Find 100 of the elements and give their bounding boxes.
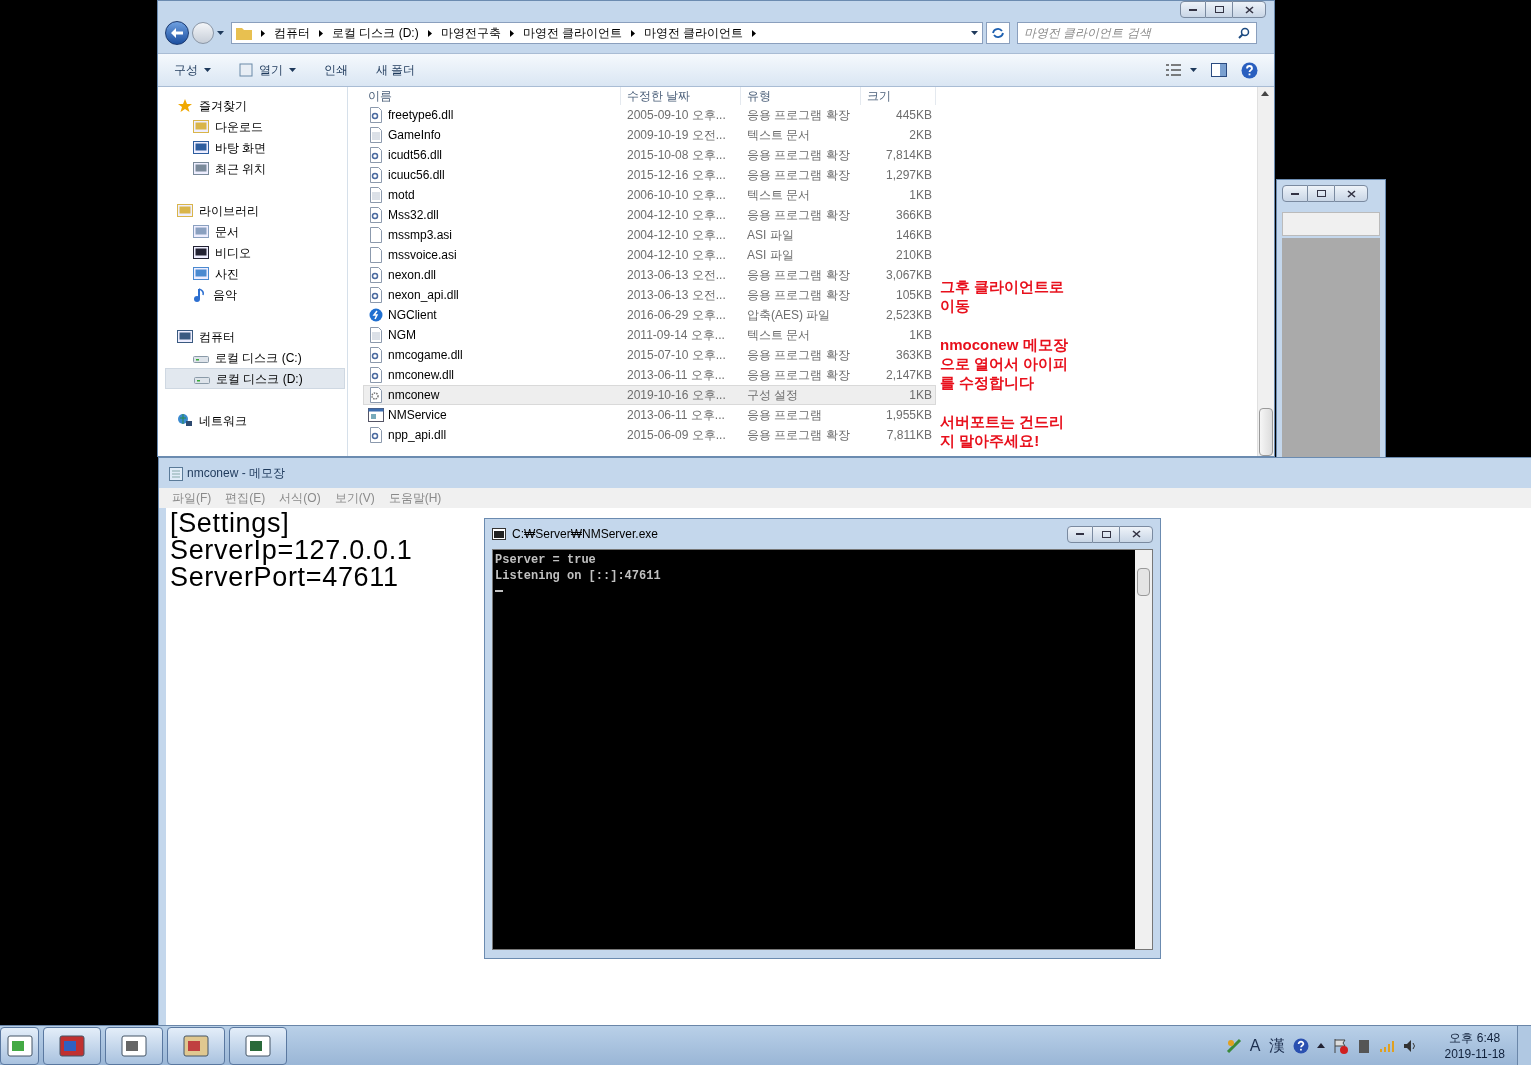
file-row[interactable]: npp_api.dll 2015-06-09 오후... 응용 프로그램 확장 7,811KB: [363, 425, 936, 445]
preview-pane-icon[interactable]: [1211, 63, 1227, 77]
close-icon: [1244, 5, 1254, 14]
file-row[interactable]: icudt56.dll 2015-10-08 오후... 응용 프로그램 확장 7,814KB: [363, 145, 936, 165]
text-line: ServerPort=47611: [170, 564, 399, 591]
breadcrumb-item[interactable]: 컴퓨터: [274, 24, 310, 42]
list-view-icon: [1166, 64, 1182, 76]
nav-item[interactable]: 바탕 화면: [165, 137, 345, 158]
file-name: npp_api.dll: [388, 427, 447, 444]
toolbar-button[interactable]: 구성: [174, 61, 211, 79]
file-row[interactable]: nexon_api.dll 2013-06-13 오전... 응용 프로그램 확장 105KB: [363, 285, 936, 305]
toolbar-button[interactable]: 열기: [239, 61, 296, 79]
help-icon[interactable]: [1241, 61, 1258, 79]
nav-item[interactable]: 로컬 디스크 (D:): [165, 368, 345, 389]
nav-item[interactable]: 음악: [165, 284, 345, 305]
size-cell-text: 1KB: [908, 327, 932, 344]
minimize-button[interactable]: [1067, 525, 1093, 543]
maximize-button[interactable]: [1308, 185, 1334, 202]
maximize-button[interactable]: [1206, 1, 1232, 18]
clock[interactable]: 오후 6:48 2019-11-18: [1444, 1029, 1505, 1062]
file-row[interactable]: NMService 2013-06-11 오후... 응용 프로그램 1,955KB: [363, 405, 936, 425]
flag-icon[interactable]: [1332, 1037, 1349, 1054]
file-row[interactable]: nexon.dll 2013-06-13 오전... 응용 프로그램 확장 3,067KB: [363, 265, 936, 285]
toolbar-button[interactable]: 새 폴더: [376, 61, 416, 79]
breadcrumb-item[interactable]: 마영전구축: [440, 24, 501, 42]
file-row[interactable]: nmconew 2019-10-16 오후... 구성 설정 1KB: [363, 385, 936, 405]
column-header[interactable]: 수정한 날짜: [621, 87, 741, 105]
document-icon: [193, 224, 209, 239]
file-row[interactable]: Mss32.dll 2004-12-10 오후... 응용 프로그램 확장 366KB: [363, 205, 936, 225]
blank-file-icon: [369, 247, 383, 263]
column-header[interactable]: 이름: [363, 87, 621, 105]
file-row[interactable]: nmconew.dll 2013-06-11 오후... 응용 프로그램 확장 2,147KB: [363, 365, 936, 385]
nav-item[interactable]: 문서: [165, 221, 345, 242]
language-bar-icon[interactable]: [1225, 1037, 1242, 1054]
file-name: nexon_api.dll: [388, 287, 459, 304]
size-cell-text: 3,067KB: [884, 267, 932, 284]
maximize-button[interactable]: [1093, 525, 1119, 543]
taskbar-button[interactable]: [43, 1026, 101, 1065]
file-row[interactable]: nmcogame.dll 2015-07-10 오후... 응용 프로그램 확장 363KB: [363, 345, 936, 365]
refresh-button[interactable]: [986, 22, 1010, 44]
ime-mode-button[interactable]: A: [1249, 1033, 1261, 1058]
back-button[interactable]: [165, 21, 189, 45]
file-name: nexon.dll: [388, 267, 437, 284]
file-row[interactable]: mssmp3.asi 2004-12-10 오후... ASI 파일 146KB: [363, 225, 936, 245]
taskbar-button[interactable]: [229, 1026, 287, 1065]
file-row[interactable]: icuuc56.dll 2015-12-16 오후... 응용 프로그램 확장 1,297KB: [363, 165, 936, 185]
nav-item[interactable]: 즐겨찾기: [165, 95, 345, 116]
taskbar-button[interactable]: [0, 1026, 39, 1065]
minimize-button[interactable]: [1282, 185, 1308, 202]
nav-item[interactable]: 컴퓨터: [165, 326, 345, 347]
file-gear-icon: [369, 167, 383, 183]
file-row[interactable]: freetype6.dll 2005-09-10 오후... 응용 프로그램 확장 445KB: [363, 105, 936, 125]
type-cell-text: 응용 프로그램 확장: [746, 107, 851, 124]
nav-item[interactable]: 라이브러리: [165, 200, 345, 221]
device-icon[interactable]: [1356, 1037, 1371, 1054]
taskbar-button[interactable]: [105, 1026, 163, 1065]
help-icon[interactable]: [1292, 1037, 1309, 1054]
address-bar[interactable]: 컴퓨터 로컬 디스크 (D:) 마영전구축 마영전 클라이언트 마영전 클라이언트: [231, 22, 983, 44]
caret-icon: [217, 31, 224, 35]
nav-item[interactable]: 네트워크: [165, 410, 345, 431]
date-cell-text: 2013-06-11 오후...: [626, 367, 726, 384]
date-cell-text: 2005-09-10 오후...: [626, 107, 727, 124]
scrollbar[interactable]: [1135, 550, 1152, 949]
type-cell-text: 텍스트 문서: [746, 327, 812, 344]
file-name: GameInfo: [388, 127, 441, 144]
search-field[interactable]: 마영전 클라이언트 검색: [1017, 22, 1257, 44]
nav-item[interactable]: 최근 위치: [165, 158, 345, 179]
file-row[interactable]: NGClient 2016-06-29 오후... 압축(AES) 파일 2,523KB: [363, 305, 936, 325]
column-header[interactable]: 유형: [741, 87, 861, 105]
nav-item[interactable]: 로컬 디스크 (C:): [165, 347, 345, 368]
ime-mode-button[interactable]: 漢: [1268, 1033, 1285, 1058]
breadcrumb-item[interactable]: 마영전 클라이언트: [522, 24, 622, 42]
close-button[interactable]: [1334, 185, 1368, 202]
file-name: NGClient: [388, 307, 437, 324]
size-cell-text: 7,811KB: [885, 427, 932, 444]
file-row[interactable]: NGM 2011-09-14 오후... 텍스트 문서 1KB: [363, 325, 936, 345]
file-row[interactable]: GameInfo 2009-10-19 오전... 텍스트 문서 2KB: [363, 125, 936, 145]
file-name: Mss32.dll: [388, 207, 439, 224]
close-button[interactable]: [1119, 525, 1153, 543]
view-options-button[interactable]: [1166, 64, 1197, 76]
film-icon: [193, 245, 209, 260]
close-button[interactable]: [1232, 1, 1266, 18]
caret-icon[interactable]: [1316, 1043, 1325, 1048]
toolbar-button[interactable]: 인쇄: [324, 61, 348, 79]
console-icon: [492, 528, 506, 540]
text-line: [Settings]: [170, 510, 290, 537]
column-header[interactable]: 크기: [861, 87, 936, 105]
breadcrumb-item[interactable]: 로컬 디스크 (D:): [332, 24, 419, 42]
minimize-button[interactable]: [1180, 1, 1206, 18]
scrollbar[interactable]: [1257, 87, 1274, 456]
breadcrumb-item[interactable]: 마영전 클라이언트: [644, 24, 744, 42]
file-row[interactable]: mssvoice.asi 2004-12-10 오후... ASI 파일 210KB: [363, 245, 936, 265]
scrollbar-thumb[interactable]: [1259, 408, 1273, 456]
nav-item[interactable]: 다운로드: [165, 116, 345, 137]
taskbar-button[interactable]: [167, 1026, 225, 1065]
file-gear-icon: [369, 287, 383, 303]
nav-item[interactable]: 비디오: [165, 242, 345, 263]
nav-item[interactable]: 사진: [165, 263, 345, 284]
up-arrow-icon[interactable]: [1261, 91, 1269, 96]
file-row[interactable]: motd 2006-10-10 오후... 텍스트 문서 1KB: [363, 185, 936, 205]
